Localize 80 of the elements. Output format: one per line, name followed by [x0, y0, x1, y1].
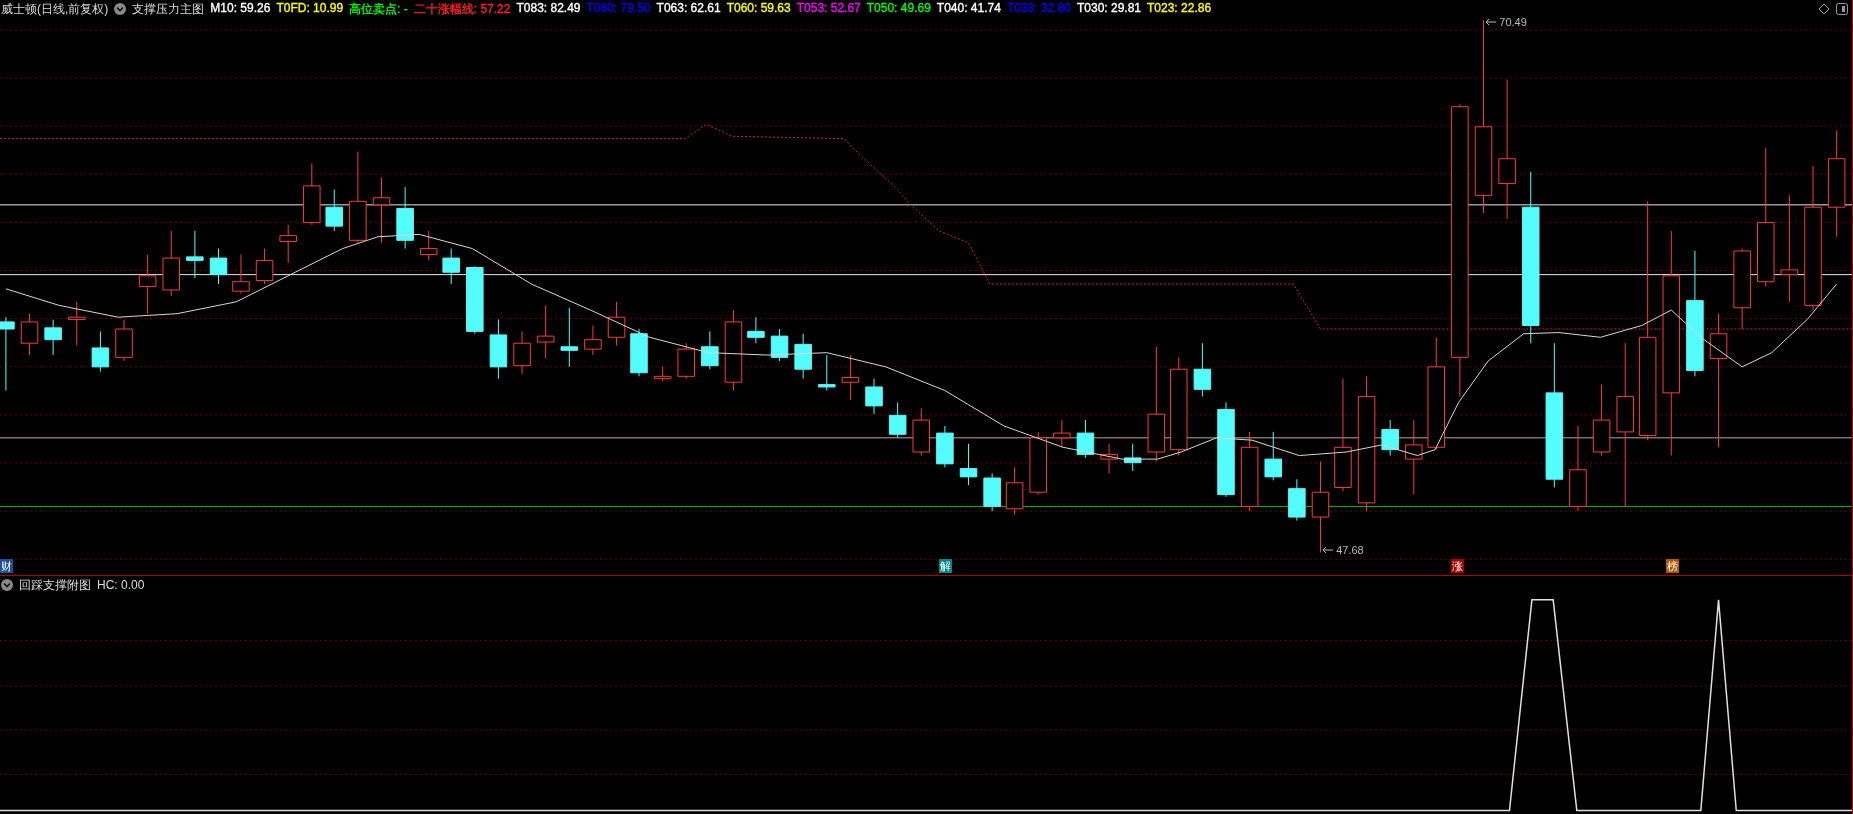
candlestick [888, 401, 907, 439]
arrow-left-icon [1322, 546, 1335, 555]
candlestick [747, 316, 765, 344]
candlestick [1029, 431, 1047, 496]
chevron-down-icon[interactable] [1, 579, 13, 591]
candlestick [959, 443, 978, 486]
candlestick [209, 248, 228, 285]
candlestick [1288, 478, 1306, 522]
indicator-value: T060: 59.63 [726, 0, 791, 17]
candlestick [68, 301, 86, 347]
signal-marker: 解 [939, 559, 953, 573]
candlestick [115, 319, 133, 362]
candlestick [584, 324, 602, 356]
candlestick [630, 328, 648, 377]
indicator-value: T040: 41.74 [936, 0, 1001, 17]
indicator-value: 二十涨幅线: 57.22 [413, 0, 511, 18]
indicator-value: T023: 22.86 [1147, 0, 1212, 17]
indicator-value: T050: 49.69 [866, 0, 931, 17]
chevron-down-icon[interactable] [114, 3, 127, 15]
candlestick [232, 254, 250, 295]
candlestick [770, 328, 789, 362]
price-label: 47.68 [1336, 544, 1364, 557]
candlestick [489, 319, 508, 380]
indicator-value: T053: 52.67 [796, 0, 861, 17]
indicator-name: 回踩支撑附图 [19, 576, 91, 594]
candlestick [303, 162, 321, 226]
candlestick [536, 304, 555, 360]
candlestick [513, 330, 531, 375]
indicator-value: T033: 32.80 [1006, 0, 1071, 17]
candlestick [420, 230, 438, 261]
candlestick [912, 407, 931, 457]
candlestick [1381, 419, 1399, 457]
indicator-value: T083: 82.49 [516, 0, 581, 17]
candlestick [1076, 419, 1095, 459]
candlestick [279, 224, 297, 264]
indicator-value: T063: 62.61 [656, 0, 721, 17]
candlestick [44, 319, 62, 356]
candlestick [442, 248, 460, 285]
candlestick [162, 230, 181, 297]
stock-title: 威士顿(日线,前复权) [1, 0, 109, 18]
candlestick [653, 366, 672, 382]
signal-marker: 财 [0, 559, 13, 573]
candlestick [865, 378, 883, 415]
candlestick [1264, 431, 1282, 481]
candlestick [1193, 342, 1212, 397]
signal-marker: 榜 [1666, 559, 1680, 573]
candlestick [91, 330, 110, 373]
indicator-value: M10: 59.26 [210, 0, 271, 17]
candlestick [1123, 443, 1142, 472]
candlestick [20, 313, 39, 356]
candlestick [701, 330, 719, 370]
candlestick [325, 189, 344, 232]
indicator-name: 支撑压力主图 [132, 0, 205, 18]
candlestick [841, 354, 860, 401]
candlestick [560, 307, 579, 368]
panel-toggle-icon[interactable] [1836, 3, 1848, 15]
candlestick [138, 254, 157, 315]
candlestick [983, 472, 1001, 512]
candlestick [607, 301, 626, 347]
candlestick [466, 265, 484, 335]
price-label: 70.49 [1499, 15, 1527, 28]
candlestick [1053, 419, 1071, 448]
diamond-icon[interactable] [1818, 3, 1830, 15]
candlestick [1100, 443, 1118, 474]
candlestick [186, 230, 204, 279]
candlestick [818, 354, 836, 391]
indicator-value: HC: 0.00 [97, 578, 145, 592]
indicator-value: 高位卖点: - [349, 0, 408, 18]
indicator-value: T080: 79.50 [586, 0, 651, 17]
candlestick [677, 342, 695, 380]
indicator-value: T0FD: 10.99 [276, 0, 344, 17]
candlestick [396, 186, 414, 250]
candlestick [1005, 466, 1024, 516]
signal-marker: 涨 [1451, 559, 1465, 573]
candlestick [372, 177, 391, 244]
candlestick [255, 248, 274, 285]
arrow-left-icon [1485, 17, 1498, 26]
candlestick [794, 333, 812, 380]
indicator-value: T030: 29.81 [1076, 0, 1141, 17]
candlestick [936, 425, 954, 468]
